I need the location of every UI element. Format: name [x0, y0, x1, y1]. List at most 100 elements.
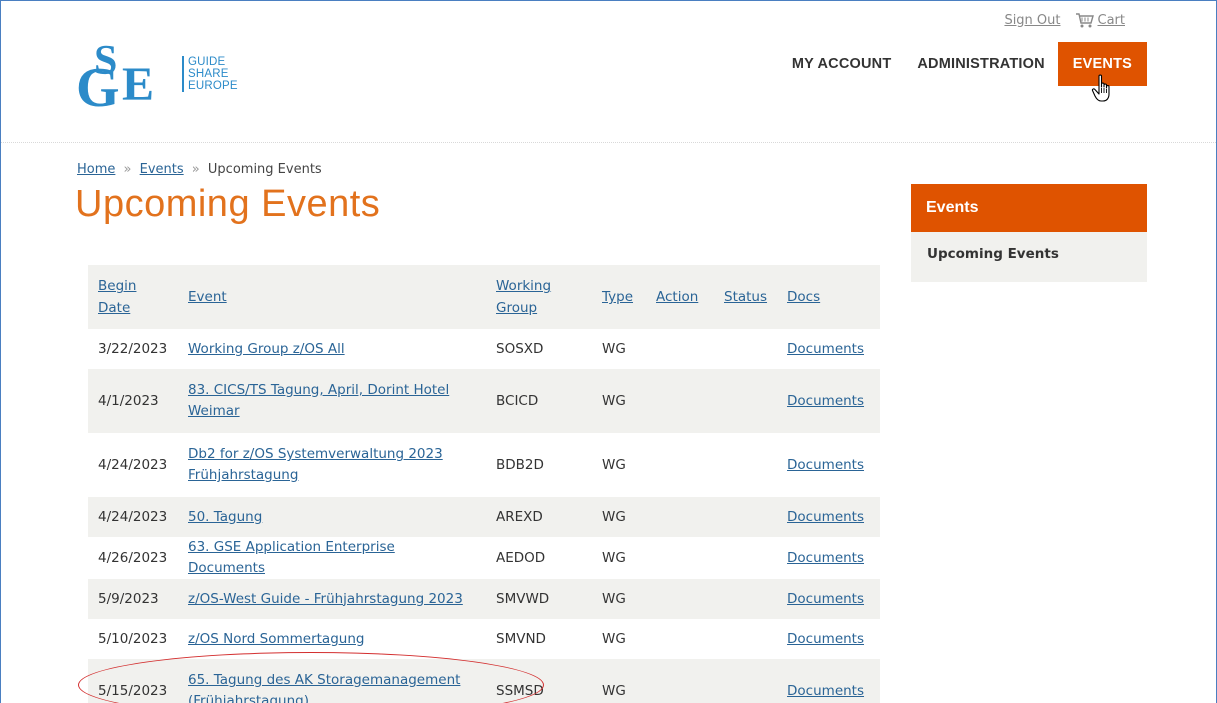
cell-action [646, 537, 714, 579]
event-link-line2: Weimar [188, 403, 240, 419]
event-link[interactable]: Db2 for z/OS Systemverwaltung 2023 Frühja… [188, 446, 443, 483]
header-event[interactable]: Event [178, 265, 486, 329]
header-begin-line1: Begin [98, 278, 137, 294]
documents-link[interactable]: Documents [787, 550, 864, 566]
event-link-line1: z/OS Nord Sommertagung [188, 630, 365, 647]
svg-text:E: E [122, 58, 154, 108]
documents-link[interactable]: Documents [787, 683, 864, 699]
cart-link[interactable]: Cart [1098, 13, 1126, 28]
events-table: Begin Date Event Working Group Type Action… [88, 265, 880, 703]
cell-type: WG [602, 682, 626, 699]
cell-docs: Documents [777, 659, 880, 703]
table-row: 5/9/2023 z/OS-West Guide - Frühjahrstagu… [88, 579, 880, 619]
cell-docs: Documents [777, 619, 880, 659]
table-row: 4/26/2023 63. GSE Application Enterprise… [88, 537, 880, 579]
cell-event: Db2 for z/OS Systemverwaltung 2023 Frühja… [178, 433, 486, 497]
table-header-row: Begin Date Event Working Group Type Action… [88, 265, 880, 329]
hand-cursor-icon [1091, 74, 1110, 102]
header-docs-link[interactable]: Docs [787, 289, 820, 305]
event-link-line1: Working Group z/OS All [188, 340, 345, 357]
cell-action [646, 369, 714, 433]
cell-type: WG [602, 456, 626, 473]
cell-group: AREXD [496, 508, 543, 525]
cell-docs: Documents [777, 537, 880, 579]
cell-action [646, 659, 714, 703]
breadcrumb: Home » Events » Upcoming Events [77, 162, 322, 177]
cell-event: 50. Tagung [178, 497, 486, 537]
cart-link-group[interactable]: Cart [1075, 12, 1126, 28]
breadcrumb-separator: » [191, 162, 200, 177]
cell-type: WG [602, 508, 626, 525]
cell-date: 4/26/2023 [98, 549, 168, 566]
cell-group: SOSXD [496, 340, 544, 357]
sign-out-link[interactable]: Sign Out [1004, 13, 1060, 28]
header-working-group[interactable]: Working Group [486, 265, 592, 329]
cell-group: SMVND [496, 630, 546, 647]
gse-logo[interactable]: S G E GUIDE SHARE EUROPE [76, 38, 238, 119]
header-action[interactable]: Action [646, 265, 714, 329]
documents-link[interactable]: Documents [787, 341, 864, 357]
event-link[interactable]: 83. CICS/TS Tagung, April, Dorint Hotel W… [188, 382, 449, 419]
cell-action [646, 619, 714, 659]
cell-docs: Documents [777, 579, 880, 619]
documents-link[interactable]: Documents [787, 457, 864, 473]
header-type-link[interactable]: Type [602, 289, 633, 305]
cell-event: 63. GSE Application Enterprise Documents [178, 537, 486, 579]
cell-status [714, 369, 777, 433]
nav-my-account[interactable]: MY ACCOUNT [779, 42, 904, 86]
event-link[interactable]: 63. GSE Application Enterprise Documents [188, 539, 395, 576]
breadcrumb-home[interactable]: Home [77, 162, 115, 177]
cell-group: AEDOD [496, 549, 546, 566]
events-table-wrap: Begin Date Event Working Group Type Action… [88, 265, 880, 703]
event-link[interactable]: z/OS-West Guide - Frühjahrstagung 2023 [188, 591, 463, 607]
event-link[interactable]: 50. Tagung [188, 509, 262, 525]
documents-link[interactable]: Documents [787, 591, 864, 607]
page-title: Upcoming Events [75, 183, 381, 225]
sidebar-item-upcoming-events[interactable]: Upcoming Events [911, 232, 1147, 282]
header-status[interactable]: Status [714, 265, 777, 329]
header-docs[interactable]: Docs [777, 265, 880, 329]
cell-status [714, 433, 777, 497]
header-wg-line1: Working [496, 278, 552, 294]
cell-type: WG [602, 630, 626, 647]
cell-status [714, 659, 777, 703]
gse-logo-text: GUIDE SHARE EUROPE [182, 56, 238, 92]
documents-link[interactable]: Documents [787, 509, 864, 525]
cell-group: SMVWD [496, 590, 550, 607]
breadcrumb-events[interactable]: Events [140, 162, 184, 177]
cell-action [646, 329, 714, 369]
event-link[interactable]: Working Group z/OS All [188, 341, 345, 357]
header-working-group-link[interactable]: Working Group [496, 278, 551, 316]
breadcrumb-separator: » [123, 162, 132, 177]
cell-event: z/OS-West Guide - Frühjahrstagung 2023 [178, 579, 486, 619]
cart-icon[interactable] [1075, 12, 1094, 28]
event-link[interactable]: z/OS Nord Sommertagung [188, 631, 364, 647]
header-status-link[interactable]: Status [724, 289, 767, 305]
documents-link[interactable]: Documents [787, 393, 864, 409]
cell-date: 4/24/2023 [98, 456, 168, 473]
event-link-line1: 83. CICS/TS Tagung, April, Dorint Hotel [188, 382, 450, 398]
cell-date: 3/22/2023 [98, 340, 168, 357]
table-row: 4/1/2023 83. CICS/TS Tagung, April, Dori… [88, 369, 880, 433]
logo-line-europe: EUROPE [188, 80, 238, 92]
sidebar-header: Events [911, 184, 1147, 232]
header-begin-date-link[interactable]: Begin Date [98, 278, 136, 316]
cell-status [714, 497, 777, 537]
header-wg-line2: Group [496, 300, 538, 316]
event-link-line1: 50. Tagung [188, 508, 263, 525]
cell-docs: Documents [777, 497, 880, 537]
table-row: 3/22/2023 Working Group z/OS All SOSXD W… [88, 329, 880, 369]
header-action-link[interactable]: Action [656, 289, 698, 305]
breadcrumb-current: Upcoming Events [207, 162, 322, 177]
nav-administration[interactable]: ADMINISTRATION [904, 42, 1057, 86]
cell-docs: Documents [777, 329, 880, 369]
cell-date: 4/1/2023 [98, 392, 159, 409]
header-event-link[interactable]: Event [188, 289, 227, 305]
documents-link[interactable]: Documents [787, 631, 864, 647]
header-begin-date[interactable]: Begin Date [88, 265, 178, 329]
cell-type: WG [602, 590, 626, 607]
cell-action [646, 497, 714, 537]
header-type[interactable]: Type [592, 265, 646, 329]
logo-line-guide: GUIDE [188, 56, 226, 68]
header-begin-line2: Date [98, 300, 131, 316]
